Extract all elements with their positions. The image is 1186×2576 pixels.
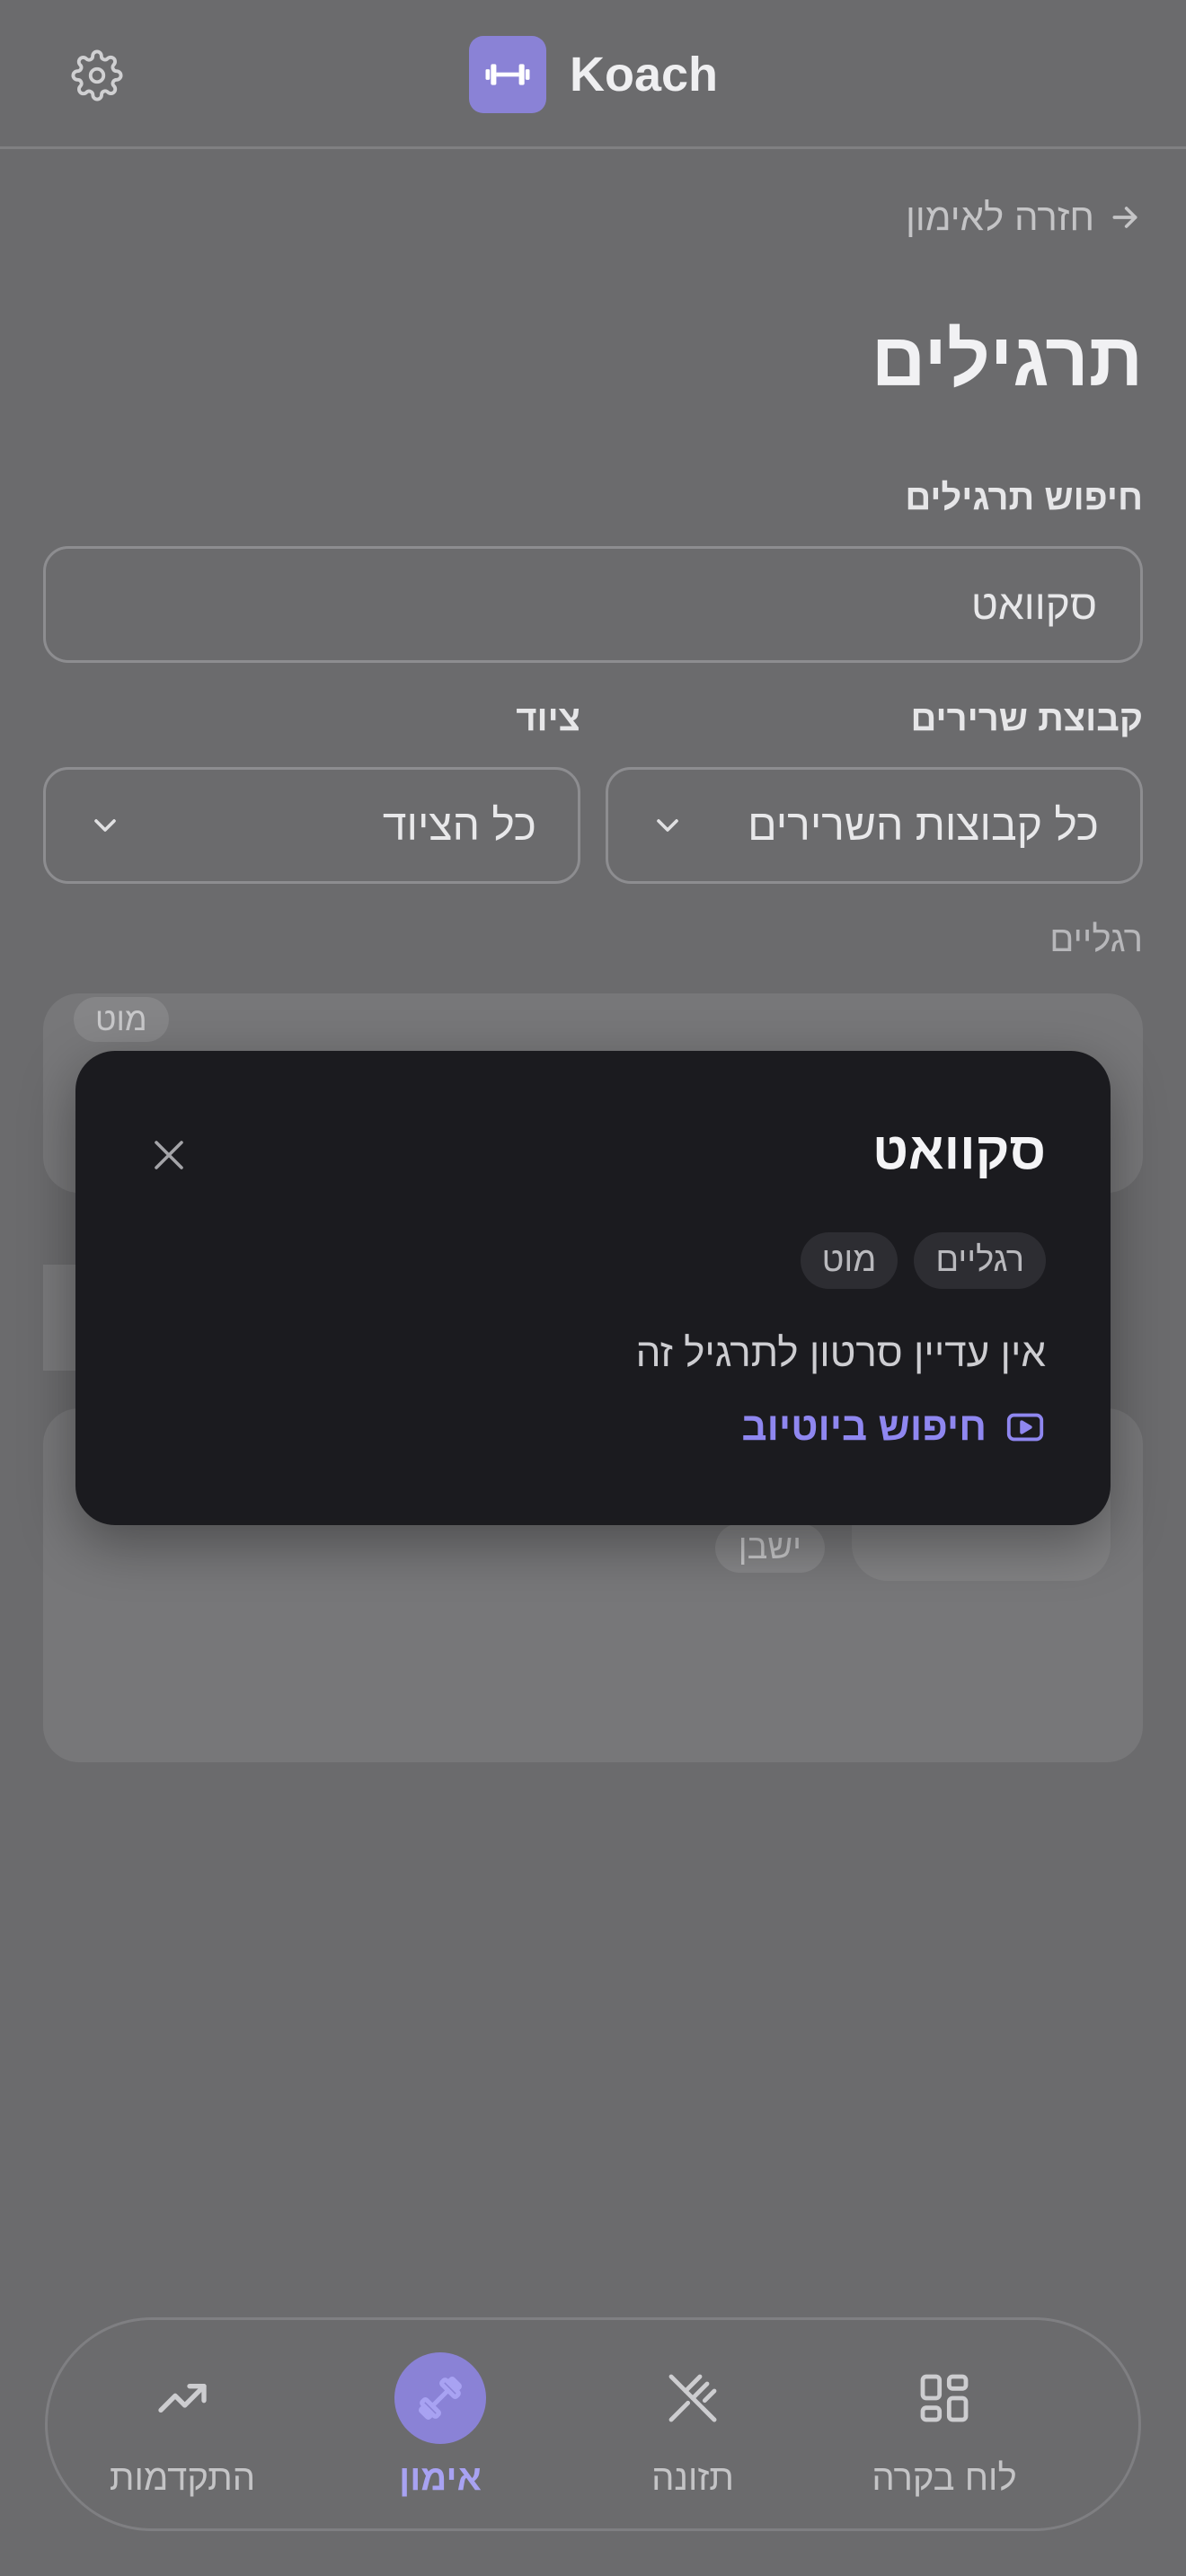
close-button[interactable] (140, 1126, 198, 1184)
brand: Koach (469, 36, 718, 113)
muscle-group-select[interactable]: כל קבוצות השרירים (606, 767, 1143, 884)
gear-icon (71, 49, 123, 101)
chevron-down-icon (94, 819, 116, 832)
page-title: תרגילים (871, 317, 1143, 401)
muscle-tag: ישבן (714, 1523, 825, 1573)
nav-label: לוח בקרה (872, 2458, 1017, 2498)
brand-name: Koach (570, 48, 719, 101)
dumbbell-icon (394, 2352, 486, 2444)
equipment-label: ציוד (516, 699, 580, 738)
youtube-icon (1006, 1413, 1044, 1442)
exercise-modal: סקוואט רגליים מוט אין עדיין סרטון לתרגיל… (75, 1051, 1111, 1525)
modal-title: סקוואט (872, 1122, 1046, 1180)
arrow-right-icon (1112, 207, 1137, 228)
equipment-tag: מוט (74, 997, 169, 1042)
nav-item-nutrition[interactable]: תזונה (576, 2320, 810, 2534)
back-to-workout-link[interactable]: חזרה לאימון (906, 196, 1143, 239)
nav-label: התקדמות (109, 2458, 256, 2498)
search-label: חיפוש תרגילים (905, 478, 1143, 517)
section-label-legs: רגליים (1049, 920, 1143, 959)
nav-item-progress[interactable]: התקדמות (66, 2320, 299, 2534)
dumbbell-icon (469, 36, 546, 113)
muscle-group-label: קבוצת שרירים (910, 699, 1143, 738)
nav-item-workout[interactable]: אימון (323, 2320, 557, 2534)
app-header: Koach (0, 0, 1186, 149)
bottom-nav: התקדמות אימון תזונה לוח בקרה (45, 2317, 1141, 2531)
back-link-label: חזרה לאימון (905, 196, 1094, 238)
settings-button[interactable] (66, 45, 128, 106)
muscle-tag: רגליים (914, 1232, 1046, 1289)
nav-label: אימון (399, 2458, 482, 2498)
equipment-select[interactable]: כל הציוד (43, 767, 580, 884)
youtube-link-label: חיפוש ביוטיוב (741, 1405, 987, 1449)
nav-label: תזונה (651, 2458, 734, 2498)
muscle-group-selected: כל קבוצות השרירים (748, 801, 1099, 850)
chevron-down-icon (657, 819, 678, 832)
equipment-selected: כל הציוד (382, 801, 536, 850)
youtube-search-link[interactable]: חיפוש ביוטיוב (741, 1405, 1046, 1450)
nav-item-dashboard[interactable]: לוח בקרה (828, 2320, 1061, 2534)
no-video-message: אין עדיין סרטון לתרגיל זה (635, 1331, 1046, 1375)
trending-up-icon (137, 2352, 228, 2444)
utensils-icon (647, 2352, 739, 2444)
close-icon (155, 1141, 183, 1169)
equipment-tag: מוט (800, 1232, 898, 1289)
modal-tags: רגליים מוט (800, 1232, 1046, 1289)
dashboard-grid-icon (898, 2352, 990, 2444)
search-input[interactable] (43, 546, 1143, 663)
